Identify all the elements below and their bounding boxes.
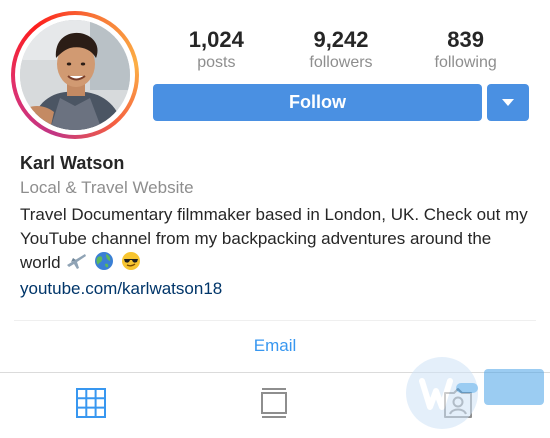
profile-avatar-ring[interactable] [11, 11, 139, 139]
profile-website-link[interactable]: youtube.com/karlwatson18 [20, 279, 222, 299]
stat-following-label: following [434, 54, 497, 71]
airplane-emoji [65, 251, 87, 278]
tab-grid[interactable] [71, 383, 111, 423]
profile-name: Karl Watson [20, 153, 125, 173]
sunglasses-face-emoji [121, 251, 141, 278]
grid-icon [76, 388, 106, 418]
stat-posts-label: posts [197, 54, 236, 71]
profile-stats: 1,024 posts 9,242 followers 839 followin… [154, 27, 528, 73]
avatar-photo [20, 20, 130, 130]
stat-followers-count: 9,242 [313, 27, 369, 52]
tab-feed[interactable] [254, 383, 294, 423]
stat-followers[interactable]: 9,242 followers [286, 27, 396, 73]
stat-posts[interactable]: 1,024 posts [161, 27, 271, 73]
suggested-accounts-dropdown-button[interactable] [487, 84, 529, 121]
stat-followers-label: followers [309, 54, 373, 71]
globe-emoji [94, 251, 114, 278]
email-button[interactable]: Email [0, 336, 550, 356]
follow-button[interactable]: Follow [153, 84, 482, 121]
stat-posts-count: 1,024 [188, 27, 244, 52]
feed-list-icon [261, 388, 287, 418]
stat-following[interactable]: 839 following [411, 27, 521, 73]
profile-category: Local & Travel Website [20, 178, 194, 197]
profile-bio: Travel Documentary filmmaker based in Lo… [20, 203, 535, 278]
avatar[interactable] [20, 20, 130, 130]
divider [14, 320, 536, 321]
watermark-logo [404, 355, 550, 433]
chevron-down-icon [502, 99, 514, 106]
stat-following-count: 839 [447, 27, 484, 52]
